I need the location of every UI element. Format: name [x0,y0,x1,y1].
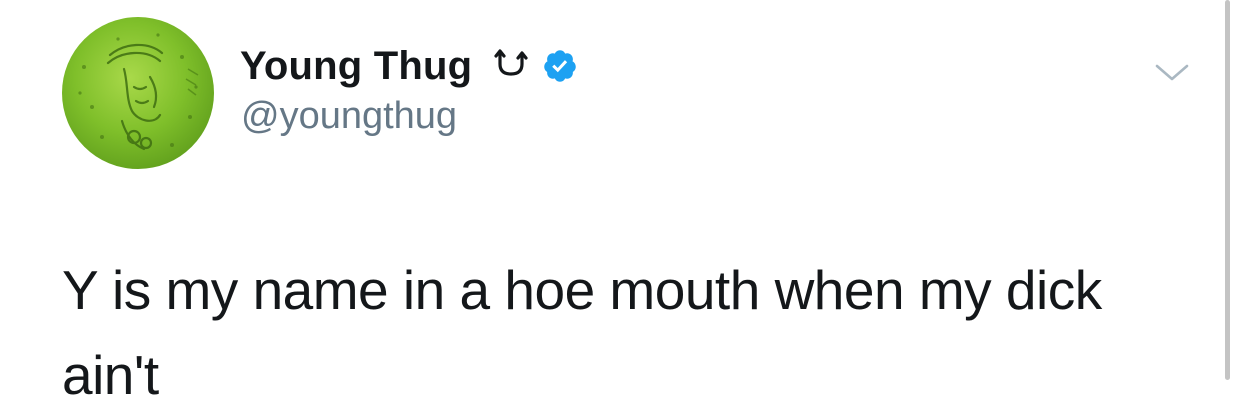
tweet-card: Young Thug @youngthug Y is my name in a … [0,0,1241,413]
chevron-down-icon [1155,64,1189,81]
avatar[interactable] [62,17,214,169]
name-glyph [494,47,530,85]
tweet-text: Y is my name in a hoe mouth when my dick… [62,259,1102,406]
display-name-row[interactable]: Young Thug [240,40,578,92]
user-handle[interactable]: @youngthug [241,95,457,138]
tweet-menu-button[interactable] [1154,58,1190,86]
u-turn-glyph-icon [494,49,528,76]
avatar-image [78,33,199,151]
scrollbar[interactable] [1225,0,1230,380]
display-name[interactable]: Young Thug [240,44,472,89]
verified-badge-icon [542,48,578,84]
